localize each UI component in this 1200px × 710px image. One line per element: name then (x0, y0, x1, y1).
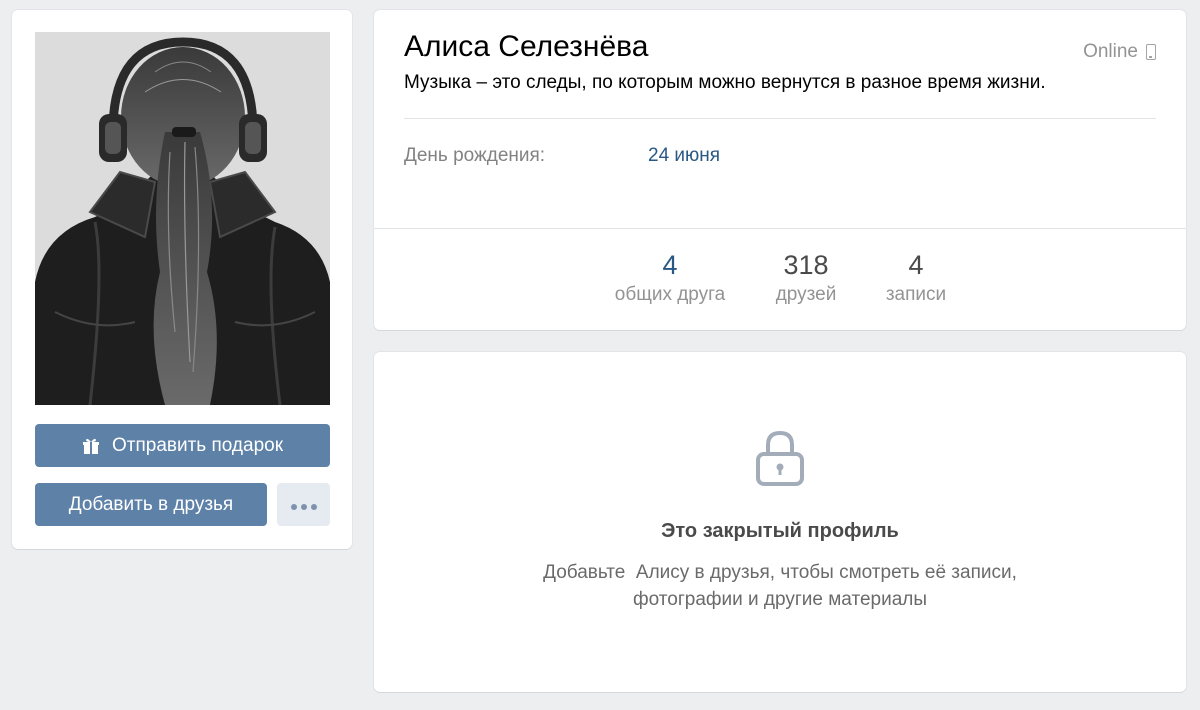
more-dots-icon (289, 494, 319, 516)
private-desc-line1: Добавьте Алису в друзья, чтобы смотреть … (543, 562, 1017, 583)
lock-icon (756, 430, 804, 486)
counter-value: 4 (908, 250, 924, 280)
avatar-illustration (35, 32, 330, 405)
counter-label: общих друга (614, 284, 726, 305)
counter-friends[interactable]: 318 друзей (761, 250, 851, 306)
online-status-text: Online (1083, 41, 1138, 62)
birthday-label: День рождения: (404, 145, 546, 166)
birthday-value-link[interactable]: 24 июня (648, 145, 720, 167)
divider (374, 228, 1186, 229)
counter-label: друзей (775, 284, 837, 305)
more-actions-button[interactable] (277, 483, 330, 526)
send-gift-button[interactable]: Отправить подарок (35, 424, 330, 467)
avatar[interactable] (35, 32, 330, 405)
counter-posts[interactable]: 4 записи (876, 250, 956, 306)
add-friend-button[interactable]: Добавить в друзья (35, 483, 267, 526)
divider (404, 118, 1156, 119)
counter-value: 318 (783, 250, 829, 280)
profile-photo-card: Отправить подарок Добавить в друзья (12, 10, 352, 549)
profile-info-card: Алиса Селезнёва Online Музыка – это след… (374, 10, 1186, 330)
online-indicator: Online (1083, 41, 1156, 63)
private-desc-line2: фотографии и другие материалы (632, 589, 928, 610)
gift-icon (82, 438, 99, 454)
status-text: Музыка – это следы, по которым можно вер… (404, 72, 1046, 93)
private-profile-card: Это закрытый профиль Добавьте Алису в др… (374, 352, 1186, 692)
counter-value: 4 (662, 250, 678, 280)
profile-name: Алиса Селезнёва (404, 30, 649, 63)
send-gift-label: Отправить подарок (111, 434, 284, 456)
phone-icon (1146, 44, 1156, 60)
private-profile-title: Это закрытый профиль (661, 520, 899, 542)
add-friend-label: Добавить в друзья (68, 493, 234, 515)
counter-mutual-friends[interactable]: 4 общих друга (610, 250, 730, 306)
private-profile-description: Добавьте Алису в друзья, чтобы смотреть … (374, 559, 1186, 613)
counter-label: записи (885, 284, 947, 305)
